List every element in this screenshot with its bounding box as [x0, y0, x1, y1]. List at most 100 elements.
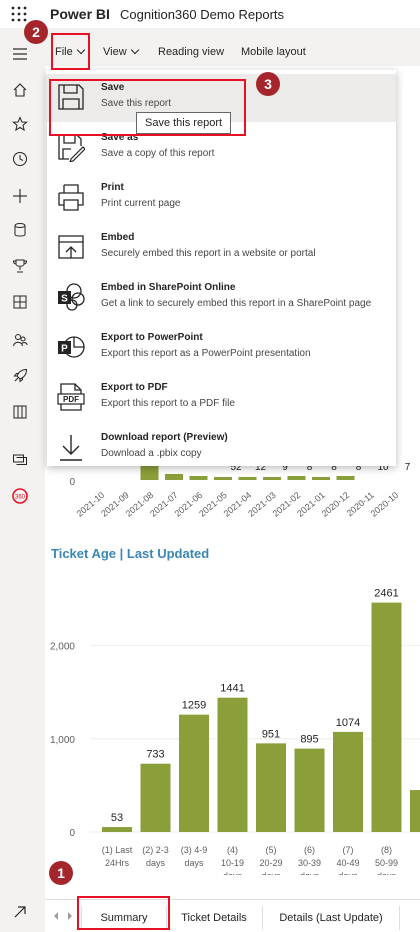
apps-icon[interactable] [12, 294, 28, 310]
x-tick-label: 20-29 [259, 858, 282, 868]
data-label: 1259 [182, 700, 206, 712]
create-plus-icon[interactable] [12, 188, 28, 204]
x-tick-label: 40-49 [336, 858, 359, 868]
bar[interactable] [294, 748, 325, 832]
menu-item-export-powerpoint[interactable]: P Export to PowerPoint Export this repor… [47, 324, 396, 372]
x-tick-label: days [223, 871, 243, 875]
data-label: 7 [405, 462, 411, 473]
bar[interactable] [238, 477, 257, 480]
pdf-icon: PDF [57, 383, 85, 411]
workspace-monitor-icon[interactable] [12, 452, 28, 468]
bar[interactable] [140, 763, 171, 832]
svg-text:360: 360 [15, 495, 26, 501]
sharepoint-icon: S [58, 283, 85, 311]
tab-ticket-details[interactable]: Ticket Details [166, 906, 263, 930]
y-tick-label: 1,000 [50, 735, 75, 746]
menu-item-title: Export to PDF [101, 382, 168, 393]
powerpoint-icon: P [58, 336, 85, 358]
datasets-cylinder-icon[interactable] [12, 222, 28, 238]
x-tick-label: (6) [304, 845, 315, 855]
menu-item-subtitle: Print current page [101, 198, 181, 209]
bar[interactable] [410, 790, 420, 832]
highlight-save-item [49, 79, 246, 136]
tab-details-last-update[interactable]: Details (Last Update) [263, 906, 400, 930]
x-tick-label: 50-99 [375, 858, 398, 868]
bar[interactable] [179, 714, 209, 832]
callout-badge-1: 1 [49, 861, 73, 885]
mobile-layout-button[interactable]: Mobile layout [241, 46, 306, 58]
data-label: 895 [300, 734, 318, 746]
menu-item-subtitle: Download a .pbix copy [101, 448, 202, 459]
bar[interactable] [256, 743, 286, 832]
bar[interactable] [333, 731, 363, 832]
bar[interactable] [336, 476, 355, 480]
bar[interactable] [217, 697, 248, 832]
x-tick-label: 2020-10 [369, 490, 401, 519]
home-icon[interactable] [12, 82, 28, 98]
save-as-icon [58, 134, 85, 162]
x-tick-label: days [184, 858, 204, 868]
y-tick-label: 0 [69, 477, 75, 488]
menu-item-subtitle: Save a copy of this report [101, 148, 215, 159]
left-nav-rail: 360 [0, 38, 42, 931]
view-menu-button[interactable]: View [103, 45, 139, 58]
data-label: 53 [111, 812, 123, 824]
chevron-down-icon [130, 45, 139, 55]
menu-item-title: Download report (Preview) [101, 432, 228, 443]
x-tick-label: 30-39 [298, 858, 321, 868]
menu-item-title: Print [101, 182, 124, 193]
chart-title: Ticket Age | Last Updated [51, 546, 210, 561]
x-tick-label: (4) [227, 845, 238, 855]
cognition360-logo-icon[interactable]: 360 [12, 488, 28, 504]
workspaces-book-icon[interactable] [12, 404, 28, 420]
highlight-file-button [51, 33, 90, 70]
menu-item-subtitle: Export this report as a PowerPoint prese… [101, 348, 311, 359]
menu-item-download-report[interactable]: Download report (Preview) Download a .pb… [47, 424, 396, 472]
bar[interactable] [287, 476, 306, 480]
menu-item-print[interactable]: Print Print current page [47, 174, 396, 222]
x-tick-label: 10-19 [221, 858, 244, 868]
data-label: 1441 [220, 683, 244, 695]
recent-clock-icon[interactable] [12, 151, 28, 167]
svg-text:P: P [61, 344, 68, 355]
tab-scroll-left-icon[interactable] [53, 912, 59, 920]
y-tick-label: 0 [69, 828, 75, 839]
bar[interactable] [165, 474, 183, 480]
x-tick-label: (1) Last [102, 845, 133, 855]
favorites-star-icon[interactable] [12, 116, 28, 132]
menu-item-export-pdf[interactable]: PDF Export to PDF Export this report to … [47, 374, 396, 422]
goals-trophy-icon[interactable] [12, 258, 28, 274]
callout-badge-2: 2 [24, 20, 48, 44]
bar[interactable] [371, 602, 402, 832]
ticket-age-bar-chart: 0 1,000 2,000 53 (1) Last 24Hrs 733 (2) 2-3 days… [50, 588, 420, 875]
highlight-summary-tab [77, 896, 170, 930]
bar[interactable] [189, 476, 208, 480]
menu-item-subtitle: Get a link to securely embed this report… [101, 298, 372, 309]
x-tick-label: (2) 2-3 [142, 845, 169, 855]
x-tick-label: days [261, 871, 281, 875]
bar[interactable] [263, 477, 281, 480]
menu-item-embed[interactable]: Embed Securely embed this report in a we… [47, 224, 396, 272]
reading-view-button[interactable]: Reading view [158, 46, 224, 58]
menu-item-title: Export to PowerPoint [101, 332, 203, 343]
app-launcher-icon[interactable] [11, 6, 27, 22]
app-header: Power BI Cognition360 Demo Reports [0, 0, 420, 28]
x-tick-label: (3) 4-9 [181, 845, 208, 855]
bar[interactable] [214, 477, 232, 480]
shared-people-icon[interactable] [12, 332, 28, 348]
bar[interactable] [312, 477, 330, 480]
brand-name[interactable]: Power BI [50, 6, 110, 22]
data-label: 733 [146, 749, 164, 761]
print-icon [58, 184, 84, 211]
x-tick-label: (5) [266, 845, 277, 855]
x-tick-label: days [338, 871, 358, 875]
x-tick-label: days [146, 858, 166, 868]
learn-rocket-icon[interactable] [12, 368, 28, 384]
menu-item-subtitle: Securely embed this report in a website … [101, 248, 316, 259]
hamburger-menu-icon[interactable] [12, 46, 28, 62]
menu-item-embed-sharepoint[interactable]: S Embed in SharePoint Online Get a link … [47, 274, 396, 322]
bar[interactable] [102, 827, 132, 832]
expand-arrow-icon[interactable] [12, 904, 28, 920]
svg-text:S: S [61, 294, 68, 305]
tab-scroll-right-icon[interactable] [67, 912, 73, 920]
